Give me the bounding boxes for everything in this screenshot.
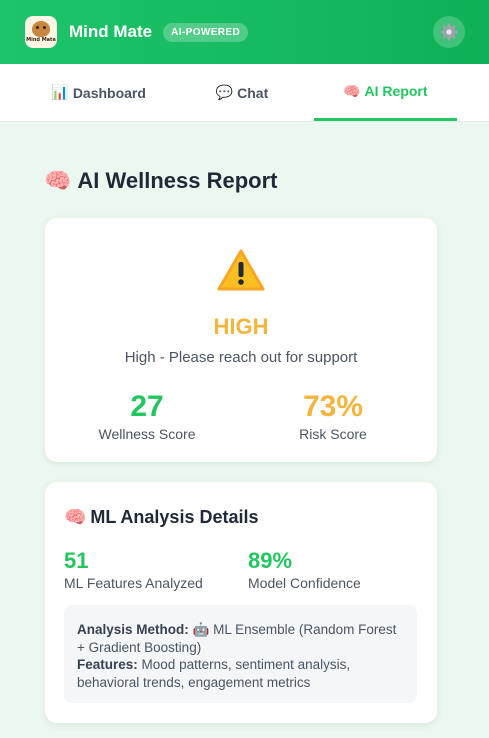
tab-label: AI Report bbox=[364, 83, 428, 99]
page-title: 🧠 AI Wellness Report bbox=[44, 168, 278, 194]
gear-icon bbox=[440, 23, 458, 41]
brain-icon: 🧠 bbox=[343, 82, 361, 99]
app-logo: Mind Mate bbox=[25, 16, 57, 48]
wellness-score-label: Wellness Score bbox=[98, 426, 196, 442]
tab-ai-report[interactable]: 🧠 AI Report bbox=[313, 64, 457, 121]
risk-description: High - Please reach out for support bbox=[124, 349, 358, 366]
speech-bubble-icon: 💬 bbox=[215, 84, 234, 100]
warning-icon bbox=[45, 248, 437, 292]
wellness-score: 27 Wellness Score bbox=[97, 390, 197, 442]
ml-features-stat: 51 ML Features Analyzed bbox=[64, 548, 203, 591]
ml-analysis-title-text: ML Analysis Details bbox=[90, 507, 259, 527]
brain-icon: 🧠 bbox=[44, 168, 72, 193]
dog-face-icon bbox=[32, 21, 50, 37]
settings-button[interactable] bbox=[433, 16, 465, 48]
tab-label: Chat bbox=[237, 84, 269, 101]
analysis-detail-box: Analysis Method: 🤖 ML Ensemble (Random F… bbox=[64, 605, 417, 703]
model-confidence-stat: 89% Model Confidence bbox=[248, 548, 361, 591]
analysis-method-line: Analysis Method: 🤖 ML Ensemble (Random F… bbox=[77, 621, 405, 656]
logo-text: Mind Mate bbox=[26, 37, 56, 43]
model-confidence-value: 89% bbox=[248, 548, 293, 573]
brain-icon: 🧠 bbox=[64, 507, 87, 527]
robot-icon: 🤖 bbox=[192, 622, 210, 637]
risk-level: HIGH bbox=[213, 314, 269, 339]
features-line: Features: Mood patterns, sentiment analy… bbox=[77, 656, 405, 691]
features-detail-label: Features: bbox=[77, 657, 138, 672]
app-title: Mind Mate bbox=[69, 22, 153, 41]
bar-chart-icon: 📊 bbox=[51, 84, 69, 100]
app-header: Mind Mate Mind Mate AI-POWERED bbox=[0, 0, 489, 64]
risk-score: 73% Risk Score bbox=[283, 390, 383, 442]
ml-analysis-title: 🧠 ML Analysis Details bbox=[64, 507, 259, 528]
tab-dashboard[interactable]: 📊 Dashboard bbox=[27, 64, 170, 121]
wellness-score-value: 27 bbox=[130, 390, 164, 423]
risk-score-label: Risk Score bbox=[299, 426, 367, 442]
tab-chat[interactable]: 💬 Chat bbox=[170, 64, 313, 121]
page-title-text: AI Wellness Report bbox=[77, 168, 278, 193]
ml-features-label: ML Features Analyzed bbox=[64, 575, 203, 591]
risk-score-value: 73% bbox=[302, 390, 364, 423]
risk-summary-card: HIGH High - Please reach out for support… bbox=[45, 218, 437, 462]
ml-features-value: 51 bbox=[64, 548, 89, 573]
model-confidence-label: Model Confidence bbox=[248, 575, 361, 591]
ai-powered-badge: AI-POWERED bbox=[163, 22, 249, 42]
tab-label: Dashboard bbox=[72, 84, 146, 101]
analysis-method-label: Analysis Method: bbox=[77, 622, 189, 637]
ml-analysis-card: 🧠 ML Analysis Details 51 ML Features Ana… bbox=[45, 482, 437, 723]
tab-bar: 📊 Dashboard 💬 Chat 🧠 AI Report bbox=[0, 64, 489, 122]
